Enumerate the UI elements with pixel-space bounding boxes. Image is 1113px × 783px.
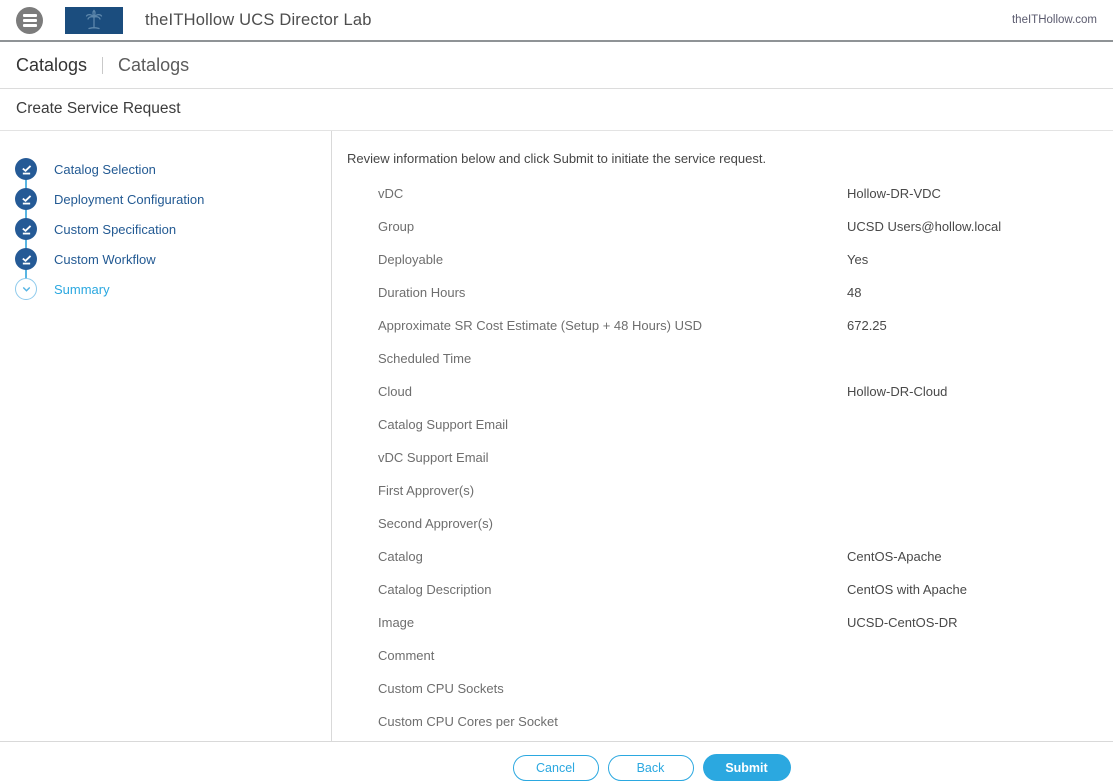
wizard-steps-panel: Catalog Selection Deployment Configurati…: [0, 131, 332, 741]
summary-rows: vDCHollow-DR-VDC GroupUCSD Users@hollow.…: [347, 177, 1113, 738]
row-label: Group: [378, 219, 847, 234]
row-value: CentOS with Apache: [847, 582, 1113, 597]
row-label: Second Approver(s): [378, 516, 847, 531]
row-label: vDC: [378, 186, 847, 201]
wizard-content: Catalog Selection Deployment Configurati…: [0, 131, 1113, 741]
row-label: Catalog: [378, 549, 847, 564]
app-window: theITHollow UCS Director Lab theITHollow…: [0, 0, 1113, 783]
row-label: Catalog Support Email: [378, 417, 847, 432]
summary-row-cost-estimate: Approximate SR Cost Estimate (Setup + 48…: [378, 309, 1113, 342]
row-label: Deployable: [378, 252, 847, 267]
action-bar: Cancel Back Submit: [0, 741, 1113, 783]
step-label: Catalog Selection: [54, 162, 156, 177]
back-button[interactable]: Back: [608, 755, 694, 781]
breadcrumb-subitem-catalogs[interactable]: Catalogs: [118, 55, 189, 76]
action-button-group: Cancel Back Submit: [513, 754, 791, 781]
row-value: 672.25: [847, 318, 1113, 333]
hamburger-menu-icon[interactable]: [16, 7, 43, 34]
summary-row-deployable: DeployableYes: [378, 243, 1113, 276]
row-label: Image: [378, 615, 847, 630]
step-label: Custom Workflow: [54, 252, 156, 267]
row-label: Cloud: [378, 384, 847, 399]
summary-row-first-approvers: First Approver(s): [378, 474, 1113, 507]
palmetto-tree-logo-icon: [65, 7, 123, 34]
header-domain-text: theITHollow.com: [1012, 14, 1097, 26]
submit-button[interactable]: Submit: [703, 754, 791, 781]
summary-row-comment: Comment: [378, 639, 1113, 672]
row-value: UCSD Users@hollow.local: [847, 219, 1113, 234]
step-custom-workflow[interactable]: Custom Workflow: [15, 244, 331, 274]
row-label: First Approver(s): [378, 483, 847, 498]
step-summary[interactable]: Summary: [15, 274, 331, 304]
summary-panel: Review information below and click Submi…: [332, 131, 1113, 741]
summary-row-duration-hours: Duration Hours48: [378, 276, 1113, 309]
step-label: Deployment Configuration: [54, 192, 204, 207]
row-label: vDC Support Email: [378, 450, 847, 465]
row-label: Custom CPU Sockets: [378, 681, 847, 696]
row-value: 48: [847, 285, 1113, 300]
check-underline-icon: [15, 218, 37, 240]
row-label: Scheduled Time: [378, 351, 847, 366]
step-deployment-configuration[interactable]: Deployment Configuration: [15, 184, 331, 214]
row-label: Custom CPU Cores per Socket: [378, 714, 847, 729]
summary-row-vdc-support-email: vDC Support Email: [378, 441, 1113, 474]
check-underline-icon: [15, 248, 37, 270]
summary-row-second-approvers: Second Approver(s): [378, 507, 1113, 540]
row-label: Duration Hours: [378, 285, 847, 300]
row-value: Hollow-DR-Cloud: [847, 384, 1113, 399]
row-label: Approximate SR Cost Estimate (Setup + 48…: [378, 318, 847, 333]
step-catalog-selection[interactable]: Catalog Selection: [15, 154, 331, 184]
summary-row-catalog: CatalogCentOS-Apache: [378, 540, 1113, 573]
row-value: CentOS-Apache: [847, 549, 1113, 564]
chevron-down-icon: [15, 278, 37, 300]
row-value: UCSD-CentOS-DR: [847, 615, 1113, 630]
app-title: theITHollow UCS Director Lab: [145, 11, 372, 30]
row-value: Hollow-DR-VDC: [847, 186, 1113, 201]
step-label: Summary: [54, 282, 110, 297]
page-title-bar: Create Service Request: [0, 89, 1113, 131]
check-underline-icon: [15, 188, 37, 210]
summary-row-catalog-support-email: Catalog Support Email: [378, 408, 1113, 441]
step-custom-specification[interactable]: Custom Specification: [15, 214, 331, 244]
summary-row-image: ImageUCSD-CentOS-DR: [378, 606, 1113, 639]
summary-row-custom-cpu-sockets: Custom CPU Sockets: [378, 672, 1113, 705]
summary-row-catalog-description: Catalog DescriptionCentOS with Apache: [378, 573, 1113, 606]
breadcrumb-separator: [102, 57, 103, 74]
row-label: Comment: [378, 648, 847, 663]
cancel-button[interactable]: Cancel: [513, 755, 599, 781]
page-title: Create Service Request: [16, 100, 1097, 118]
breadcrumb: Catalogs Catalogs: [0, 42, 1113, 89]
top-header: theITHollow UCS Director Lab theITHollow…: [0, 0, 1113, 42]
summary-row-custom-cpu-cores: Custom CPU Cores per Socket: [378, 705, 1113, 738]
row-label: Catalog Description: [378, 582, 847, 597]
summary-row-group: GroupUCSD Users@hollow.local: [378, 210, 1113, 243]
summary-row-cloud: CloudHollow-DR-Cloud: [378, 375, 1113, 408]
review-instruction: Review information below and click Submi…: [347, 151, 1113, 166]
breadcrumb-item-catalogs[interactable]: Catalogs: [16, 55, 87, 76]
row-value: Yes: [847, 252, 1113, 267]
check-underline-icon: [15, 158, 37, 180]
step-label: Custom Specification: [54, 222, 176, 237]
summary-row-vdc: vDCHollow-DR-VDC: [378, 177, 1113, 210]
summary-row-scheduled-time: Scheduled Time: [378, 342, 1113, 375]
